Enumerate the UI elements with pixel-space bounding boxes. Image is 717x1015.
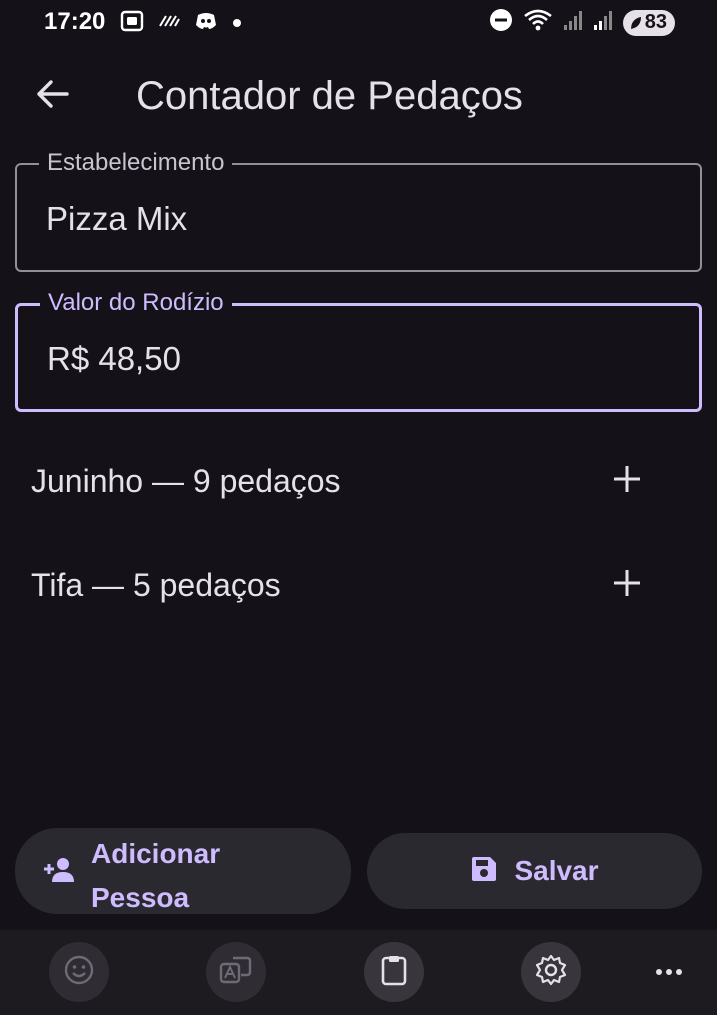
plus-icon bbox=[612, 568, 642, 603]
signal-icon bbox=[563, 9, 583, 36]
establishment-value: Pizza Mix bbox=[46, 200, 188, 237]
arrow-back-icon bbox=[35, 79, 69, 114]
emoji-button[interactable] bbox=[49, 942, 109, 1002]
translate-button[interactable] bbox=[206, 942, 266, 1002]
plus-icon bbox=[612, 464, 642, 499]
more-button[interactable] bbox=[649, 954, 689, 990]
save-label: Salvar bbox=[514, 855, 599, 886]
emoji-icon bbox=[64, 955, 94, 990]
status-time: 17:20 bbox=[44, 8, 106, 35]
person-label: Juninho — 9 pedaços bbox=[31, 462, 341, 499]
person-row: Juninho — 9 pedaços bbox=[0, 429, 717, 533]
person-add-icon bbox=[43, 856, 77, 889]
app-bar: Contador de Pedaços bbox=[0, 58, 717, 134]
back-button[interactable] bbox=[28, 72, 76, 120]
dot-icon bbox=[232, 15, 242, 33]
person-label: Tifa — 5 pedaços bbox=[31, 566, 281, 603]
status-right-icons: 83 bbox=[489, 8, 675, 37]
price-label: Valor do Rodízio bbox=[40, 287, 232, 319]
price-field[interactable]: Valor do Rodízio R$ 48,50 bbox=[15, 287, 702, 412]
do-not-disturb-icon bbox=[489, 8, 513, 37]
clipboard-icon bbox=[380, 954, 408, 991]
wifi-icon bbox=[523, 8, 553, 37]
translate-icon bbox=[219, 954, 253, 991]
price-value: R$ 48,50 bbox=[47, 340, 181, 377]
save-icon bbox=[470, 855, 498, 888]
battery-level: 83 bbox=[644, 11, 667, 33]
status-left-icons bbox=[120, 10, 242, 37]
add-slice-button[interactable] bbox=[599, 453, 655, 509]
settings-icon bbox=[535, 954, 567, 991]
keyboard-toolbar bbox=[0, 930, 717, 1015]
screenshot-icon bbox=[120, 10, 144, 37]
discord-icon bbox=[194, 11, 218, 36]
add-slice-button[interactable] bbox=[599, 557, 655, 613]
establishment-label: Estabelecimento bbox=[39, 147, 233, 179]
add-person-button[interactable]: Adicionar Pessoa bbox=[15, 828, 351, 914]
person-row: Tifa — 5 pedaços bbox=[0, 533, 717, 637]
settings-button[interactable] bbox=[521, 942, 581, 1002]
clipboard-button[interactable] bbox=[364, 942, 424, 1002]
battery-icon: 83 bbox=[622, 9, 675, 36]
signal-icon bbox=[593, 9, 613, 36]
page-title: Contador de Pedaços bbox=[136, 74, 523, 118]
stripes-icon bbox=[158, 14, 180, 33]
add-person-label: Adicionar Pessoa bbox=[91, 838, 221, 913]
more-icon bbox=[655, 963, 683, 981]
save-button[interactable]: Salvar bbox=[367, 833, 702, 909]
establishment-field[interactable]: Estabelecimento Pizza Mix bbox=[15, 147, 702, 272]
status-bar: 17:20 83 bbox=[0, 0, 717, 44]
